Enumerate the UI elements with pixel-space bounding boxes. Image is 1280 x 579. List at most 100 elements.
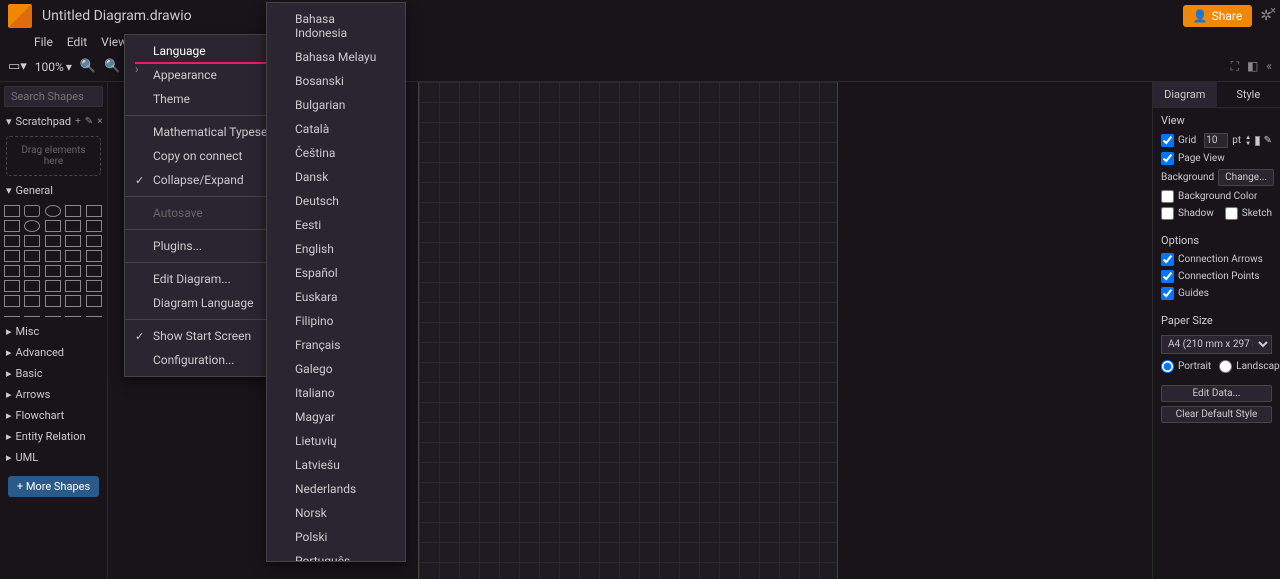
lang-filipino[interactable]: Filipino (267, 309, 405, 333)
conn-arrows-checkbox[interactable] (1161, 253, 1174, 266)
sketch-checkbox[interactable] (1225, 207, 1238, 220)
shape-item[interactable] (65, 265, 81, 277)
shape-item[interactable] (4, 265, 20, 277)
document-title[interactable]: Untitled Diagram.drawio (42, 8, 1183, 24)
shape-item[interactable] (4, 316, 20, 317)
shape-item[interactable] (24, 205, 40, 217)
shape-item[interactable] (86, 265, 102, 277)
category-uml[interactable]: ▸UML (0, 447, 107, 468)
scratchpad-dropzone[interactable]: Drag elements here (6, 136, 101, 176)
shape-item[interactable] (65, 316, 81, 317)
category-flowchart[interactable]: ▸Flowchart (0, 405, 107, 426)
paper-size-select[interactable]: A4 (210 mm x 297 mm) (1161, 335, 1272, 354)
page[interactable] (418, 82, 838, 579)
lang-norsk[interactable]: Norsk (267, 501, 405, 525)
shape-item[interactable] (45, 295, 61, 307)
lang-english[interactable]: English (267, 237, 405, 261)
lang-bosanski[interactable]: Bosanski (267, 69, 405, 93)
category-general[interactable]: ▾General (0, 180, 107, 201)
shape-item[interactable] (65, 295, 81, 307)
lang-bahasa-indonesia[interactable]: Bahasa Indonesia (267, 7, 405, 45)
shape-item[interactable] (86, 316, 102, 317)
edit-data-button[interactable]: Edit Data... (1161, 385, 1272, 402)
more-shapes-button[interactable]: + More Shapes (8, 476, 99, 497)
search-shapes-input[interactable] (4, 86, 103, 107)
shape-item[interactable] (86, 250, 102, 262)
shape-item[interactable] (86, 280, 102, 292)
shape-item[interactable] (86, 295, 102, 307)
shape-item[interactable] (86, 235, 102, 247)
category-advanced[interactable]: ▸Advanced (0, 342, 107, 363)
menu-edit[interactable]: Edit (67, 35, 87, 49)
grid-color-swatch[interactable] (1255, 136, 1259, 146)
shape-item[interactable] (24, 280, 40, 292)
lang-fran-ais[interactable]: Français (267, 333, 405, 357)
shape-item[interactable] (45, 265, 61, 277)
shape-item[interactable] (45, 316, 61, 317)
shape-item[interactable] (86, 220, 102, 232)
tab-style[interactable]: Style (1217, 82, 1280, 107)
grid-size-input[interactable] (1204, 133, 1228, 148)
lang-galego[interactable]: Galego (267, 357, 405, 381)
lang-bulgarian[interactable]: Bulgarian (267, 93, 405, 117)
scratchpad-edit-icon[interactable]: ✎ (85, 116, 93, 127)
shape-item[interactable] (65, 205, 81, 217)
shape-item[interactable] (45, 205, 61, 217)
pageview-checkbox[interactable] (1161, 152, 1174, 165)
lang--e-tina[interactable]: Čeština (267, 141, 405, 165)
lang-lietuvi-[interactable]: Lietuvių (267, 429, 405, 453)
lang-polski[interactable]: Polski (267, 525, 405, 549)
shape-item[interactable] (65, 280, 81, 292)
shadow-checkbox[interactable] (1161, 207, 1174, 220)
category-misc[interactable]: ▸Misc (0, 321, 107, 342)
lang-euskara[interactable]: Euskara (267, 285, 405, 309)
lang-nederlands[interactable]: Nederlands (267, 477, 405, 501)
scratchpad-add-icon[interactable]: + (75, 116, 81, 127)
shape-item[interactable] (4, 250, 20, 262)
shape-item[interactable] (24, 295, 40, 307)
lang-latvie-u[interactable]: Latviešu (267, 453, 405, 477)
shape-item[interactable] (86, 205, 102, 217)
category-entity-relation[interactable]: ▸Entity Relation (0, 426, 107, 447)
shape-item[interactable] (65, 250, 81, 262)
shape-item[interactable] (4, 280, 20, 292)
lang-catal-[interactable]: Català (267, 117, 405, 141)
page-menu-icon[interactable]: ▭▾ (8, 59, 27, 74)
category-arrows[interactable]: ▸Arrows (0, 384, 107, 405)
shape-item[interactable] (24, 250, 40, 262)
shape-item[interactable] (24, 220, 40, 232)
lang-bahasa-melayu[interactable]: Bahasa Melayu (267, 45, 405, 69)
lang-portugu-s-brasil-[interactable]: Português (Brasil) (267, 549, 405, 562)
shape-item[interactable] (4, 205, 20, 217)
shape-item[interactable] (45, 280, 61, 292)
shape-item[interactable] (24, 316, 40, 317)
format-panel-icon[interactable]: ◧ (1247, 59, 1258, 74)
lang-italiano[interactable]: Italiano (267, 381, 405, 405)
scratchpad-close-icon[interactable]: × (97, 116, 102, 127)
lang-dansk[interactable]: Dansk (267, 165, 405, 189)
shape-item[interactable] (65, 220, 81, 232)
landscape-radio[interactable] (1219, 360, 1232, 373)
zoom-in-icon[interactable]: 🔍 (80, 59, 96, 74)
shape-item[interactable] (45, 220, 61, 232)
shape-item[interactable] (24, 235, 40, 247)
conn-points-checkbox[interactable] (1161, 270, 1174, 283)
shape-item[interactable] (24, 265, 40, 277)
shape-item[interactable] (45, 250, 61, 262)
collapse-icon[interactable]: « (1266, 59, 1272, 74)
fullscreen-icon[interactable]: ⛶ (1231, 59, 1239, 74)
shape-item[interactable] (4, 220, 20, 232)
change-bg-button[interactable]: Change... (1218, 169, 1274, 186)
share-button[interactable]: 👤Share (1183, 5, 1253, 27)
zoom-select[interactable]: 100% ▾ (35, 60, 72, 74)
shape-item[interactable] (45, 235, 61, 247)
bgcolor-checkbox[interactable] (1161, 190, 1174, 203)
shape-item[interactable] (4, 235, 20, 247)
tab-diagram[interactable]: Diagram (1153, 82, 1217, 107)
close-panel-icon[interactable]: × (1270, 4, 1276, 17)
shape-item[interactable] (65, 235, 81, 247)
lang-eesti[interactable]: Eesti (267, 213, 405, 237)
guides-checkbox[interactable] (1161, 287, 1174, 300)
lang-espa-ol[interactable]: Español (267, 261, 405, 285)
menu-file[interactable]: File (34, 35, 53, 49)
